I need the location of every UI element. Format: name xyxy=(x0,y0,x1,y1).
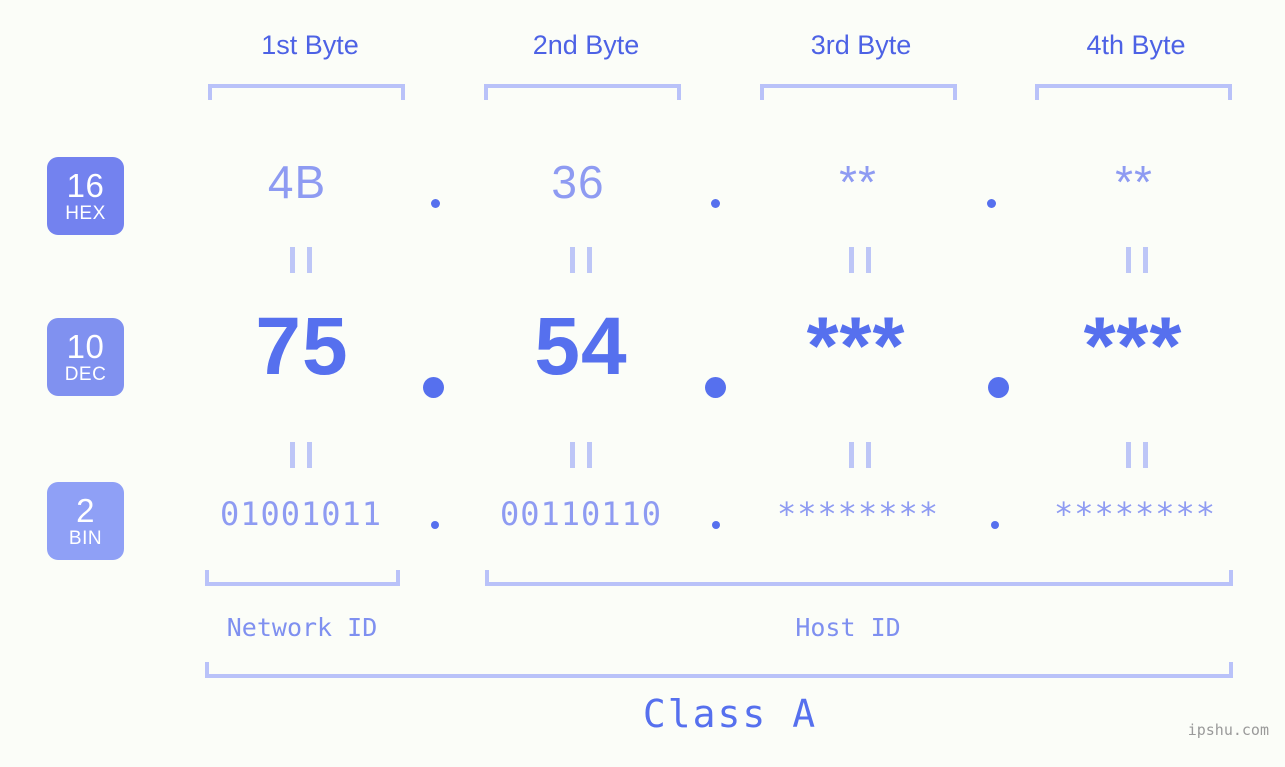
base-badge-hex: 16 HEX xyxy=(47,157,124,235)
base-badge-hex-name: HEX xyxy=(65,203,106,224)
dec-value-byte-1: 75 xyxy=(255,301,349,392)
dec-value-byte-2: 54 xyxy=(534,301,628,392)
equals-icon-dec-bin-4 xyxy=(1126,442,1148,468)
hex-separator-3 xyxy=(987,199,996,208)
dec-value-byte-3: *** xyxy=(806,301,906,392)
hex-value-byte-3: ** xyxy=(839,156,877,208)
base-badge-dec: 10 DEC xyxy=(47,318,124,396)
byte-bracket-1 xyxy=(208,84,405,100)
base-badge-bin: 2 BIN xyxy=(47,482,124,560)
class-label: Class A xyxy=(642,692,818,736)
base-badge-hex-number: 16 xyxy=(66,167,105,204)
dec-separator-3 xyxy=(988,377,1009,398)
equals-icon-hex-dec-3 xyxy=(849,247,871,273)
equals-icon-hex-dec-2 xyxy=(570,247,592,273)
network-id-bracket xyxy=(205,570,400,586)
equals-icon-dec-bin-2 xyxy=(570,442,592,468)
watermark: ipshu.com xyxy=(1187,721,1269,739)
hex-separator-2 xyxy=(711,199,720,208)
base-badge-dec-number: 10 xyxy=(66,328,105,365)
byte-bracket-4 xyxy=(1035,84,1232,100)
bin-separator-3 xyxy=(991,521,999,529)
equals-icon-hex-dec-1 xyxy=(290,247,312,273)
bin-separator-2 xyxy=(712,521,720,529)
byte-header-3: 3rd Byte xyxy=(810,30,912,60)
equals-icon-dec-bin-3 xyxy=(849,442,871,468)
byte-bracket-2 xyxy=(484,84,681,100)
hex-value-byte-2: 36 xyxy=(551,156,605,208)
hex-value-byte-4: ** xyxy=(1115,156,1153,208)
class-bracket xyxy=(205,662,1233,678)
bin-value-byte-1: 01001011 xyxy=(219,495,383,533)
bin-value-byte-2: 00110110 xyxy=(499,495,663,533)
dec-separator-2 xyxy=(705,377,726,398)
bin-value-byte-3: ******** xyxy=(776,495,940,533)
base-badge-bin-name: BIN xyxy=(68,528,103,549)
base-badge-dec-name: DEC xyxy=(64,364,107,385)
dec-value-byte-4: *** xyxy=(1083,301,1183,392)
ip-byte-diagram: 1st Byte 2nd Byte 3rd Byte 4th Byte 16 H… xyxy=(0,0,1285,767)
byte-header-2: 2nd Byte xyxy=(532,30,640,60)
byte-header-4: 4th Byte xyxy=(1086,30,1186,60)
byte-bracket-3 xyxy=(760,84,957,100)
equals-icon-hex-dec-4 xyxy=(1126,247,1148,273)
equals-icon-dec-bin-1 xyxy=(290,442,312,468)
base-badge-bin-number: 2 xyxy=(76,492,95,529)
bin-separator-1 xyxy=(431,521,439,529)
hex-separator-1 xyxy=(431,199,440,208)
host-id-bracket xyxy=(485,570,1233,586)
network-id-label: Network ID xyxy=(226,613,378,642)
hex-value-byte-1: 4B xyxy=(267,156,327,208)
bin-value-byte-4: ******** xyxy=(1053,495,1217,533)
dec-separator-1 xyxy=(423,377,444,398)
byte-header-1: 1st Byte xyxy=(261,30,359,60)
host-id-label: Host ID xyxy=(795,613,901,642)
